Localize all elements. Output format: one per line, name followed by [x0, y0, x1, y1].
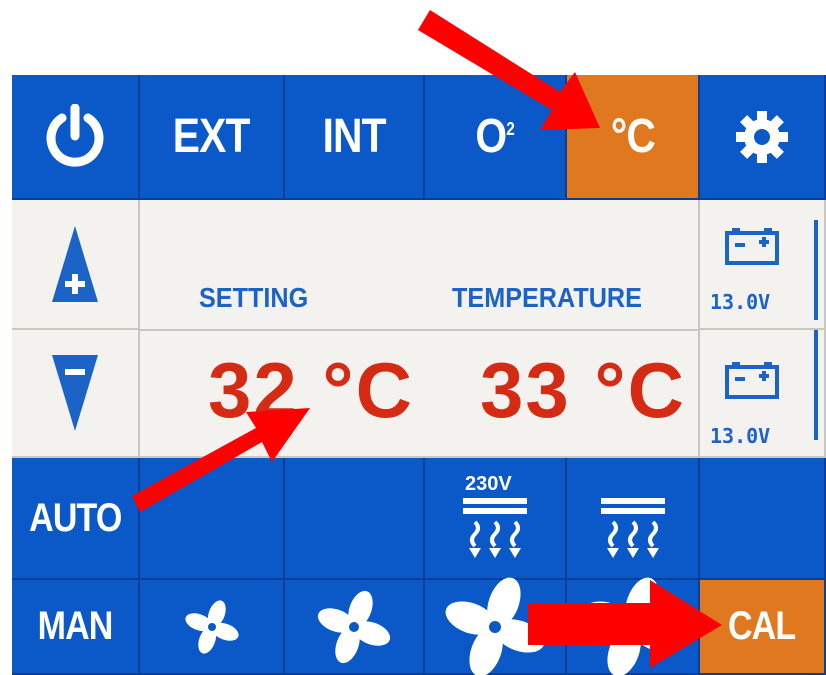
arrow-to-cal	[528, 580, 722, 668]
arrow-to-setting	[132, 408, 310, 512]
annotation-arrows	[132, 10, 722, 668]
arrow-to-celsius	[418, 10, 600, 130]
